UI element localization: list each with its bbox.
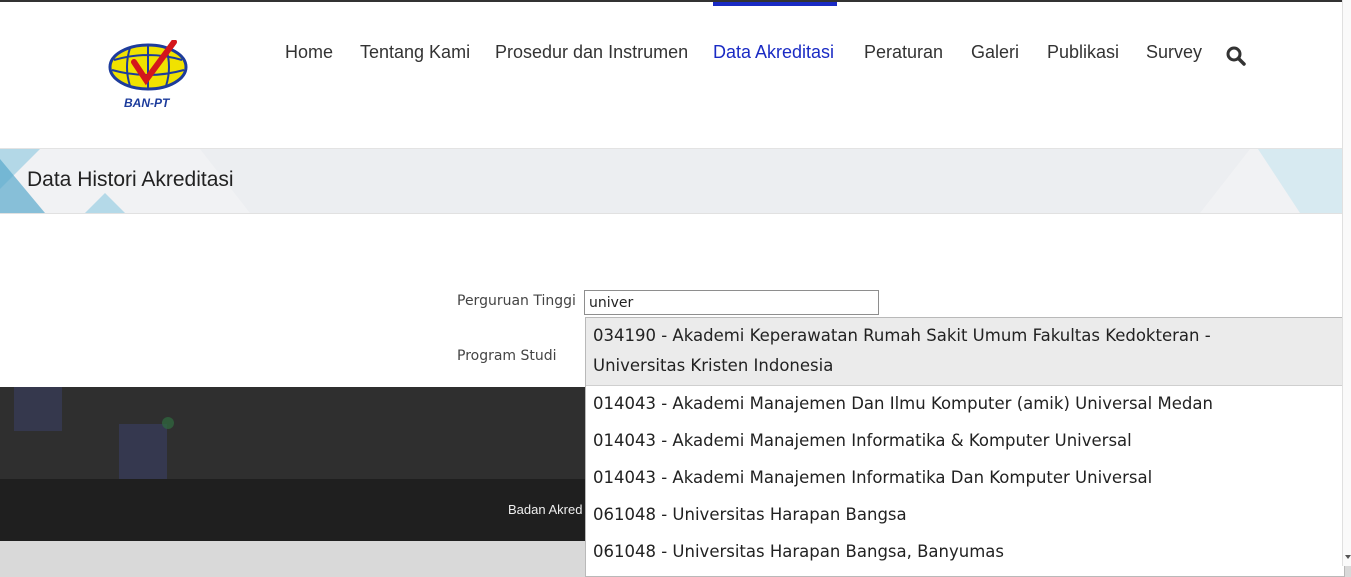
footer-text: Badan Akred	[508, 502, 583, 517]
svg-text:BAN-PT: BAN-PT	[124, 96, 171, 110]
option-text-line1: 034190 - Akademi Keperawatan Rumah Sakit…	[593, 326, 1211, 345]
page-scrollbar[interactable]	[1342, 0, 1351, 566]
ban-pt-logo[interactable]: BAN-PT	[104, 40, 194, 112]
nav-prosedur-dan-instrumen[interactable]: Prosedur dan Instrumen	[495, 42, 688, 63]
nav-home[interactable]: Home	[285, 42, 333, 63]
nav-data-akreditasi[interactable]: Data Akreditasi	[713, 42, 834, 63]
autocomplete-option[interactable]: 061048 - Universitas Harapan Bangsa, Ban…	[593, 537, 1004, 567]
nav-survey[interactable]: Survey	[1146, 42, 1202, 63]
nav-publikasi[interactable]: Publikasi	[1047, 42, 1119, 63]
autocomplete-option[interactable]: 014043 - Akademi Manajemen Informatika &…	[593, 426, 1132, 456]
autocomplete-dropdown: 034190 - Akademi Keperawatan Rumah Sakit…	[585, 317, 1345, 577]
nav-galeri[interactable]: Galeri	[971, 42, 1019, 63]
autocomplete-option[interactable]: 014043 - Akademi Manajemen Dan Ilmu Komp…	[593, 389, 1213, 419]
site-header: BAN-PT Home Tentang Kami Prosedur dan In…	[0, 2, 1342, 149]
nav-tentang-kami[interactable]: Tentang Kami	[360, 42, 470, 63]
perguruan-tinggi-label: Perguruan Tinggi	[457, 293, 576, 309]
perguruan-tinggi-input[interactable]	[584, 290, 879, 315]
program-studi-label: Program Studi	[457, 348, 557, 364]
scroll-down-arrow-icon[interactable]	[1345, 555, 1351, 559]
page-title: Data Histori Akreditasi	[27, 168, 234, 191]
option-text-line2: Universitas Kristen Indonesia	[593, 356, 834, 375]
nav-peraturan[interactable]: Peraturan	[864, 42, 943, 63]
autocomplete-option[interactable]: 014043 - Akademi Manajemen Informatika D…	[593, 463, 1152, 493]
page-title-bar: Data Histori Akreditasi	[0, 149, 1342, 214]
active-nav-indicator	[713, 2, 837, 6]
autocomplete-option[interactable]: 061048 - Universitas Harapan Bangsa	[593, 500, 907, 530]
search-icon[interactable]	[1226, 46, 1246, 66]
autocomplete-option[interactable]: 034190 - Akademi Keperawatan Rumah Sakit…	[586, 318, 1344, 386]
footer-decoration-icon	[14, 387, 174, 479]
